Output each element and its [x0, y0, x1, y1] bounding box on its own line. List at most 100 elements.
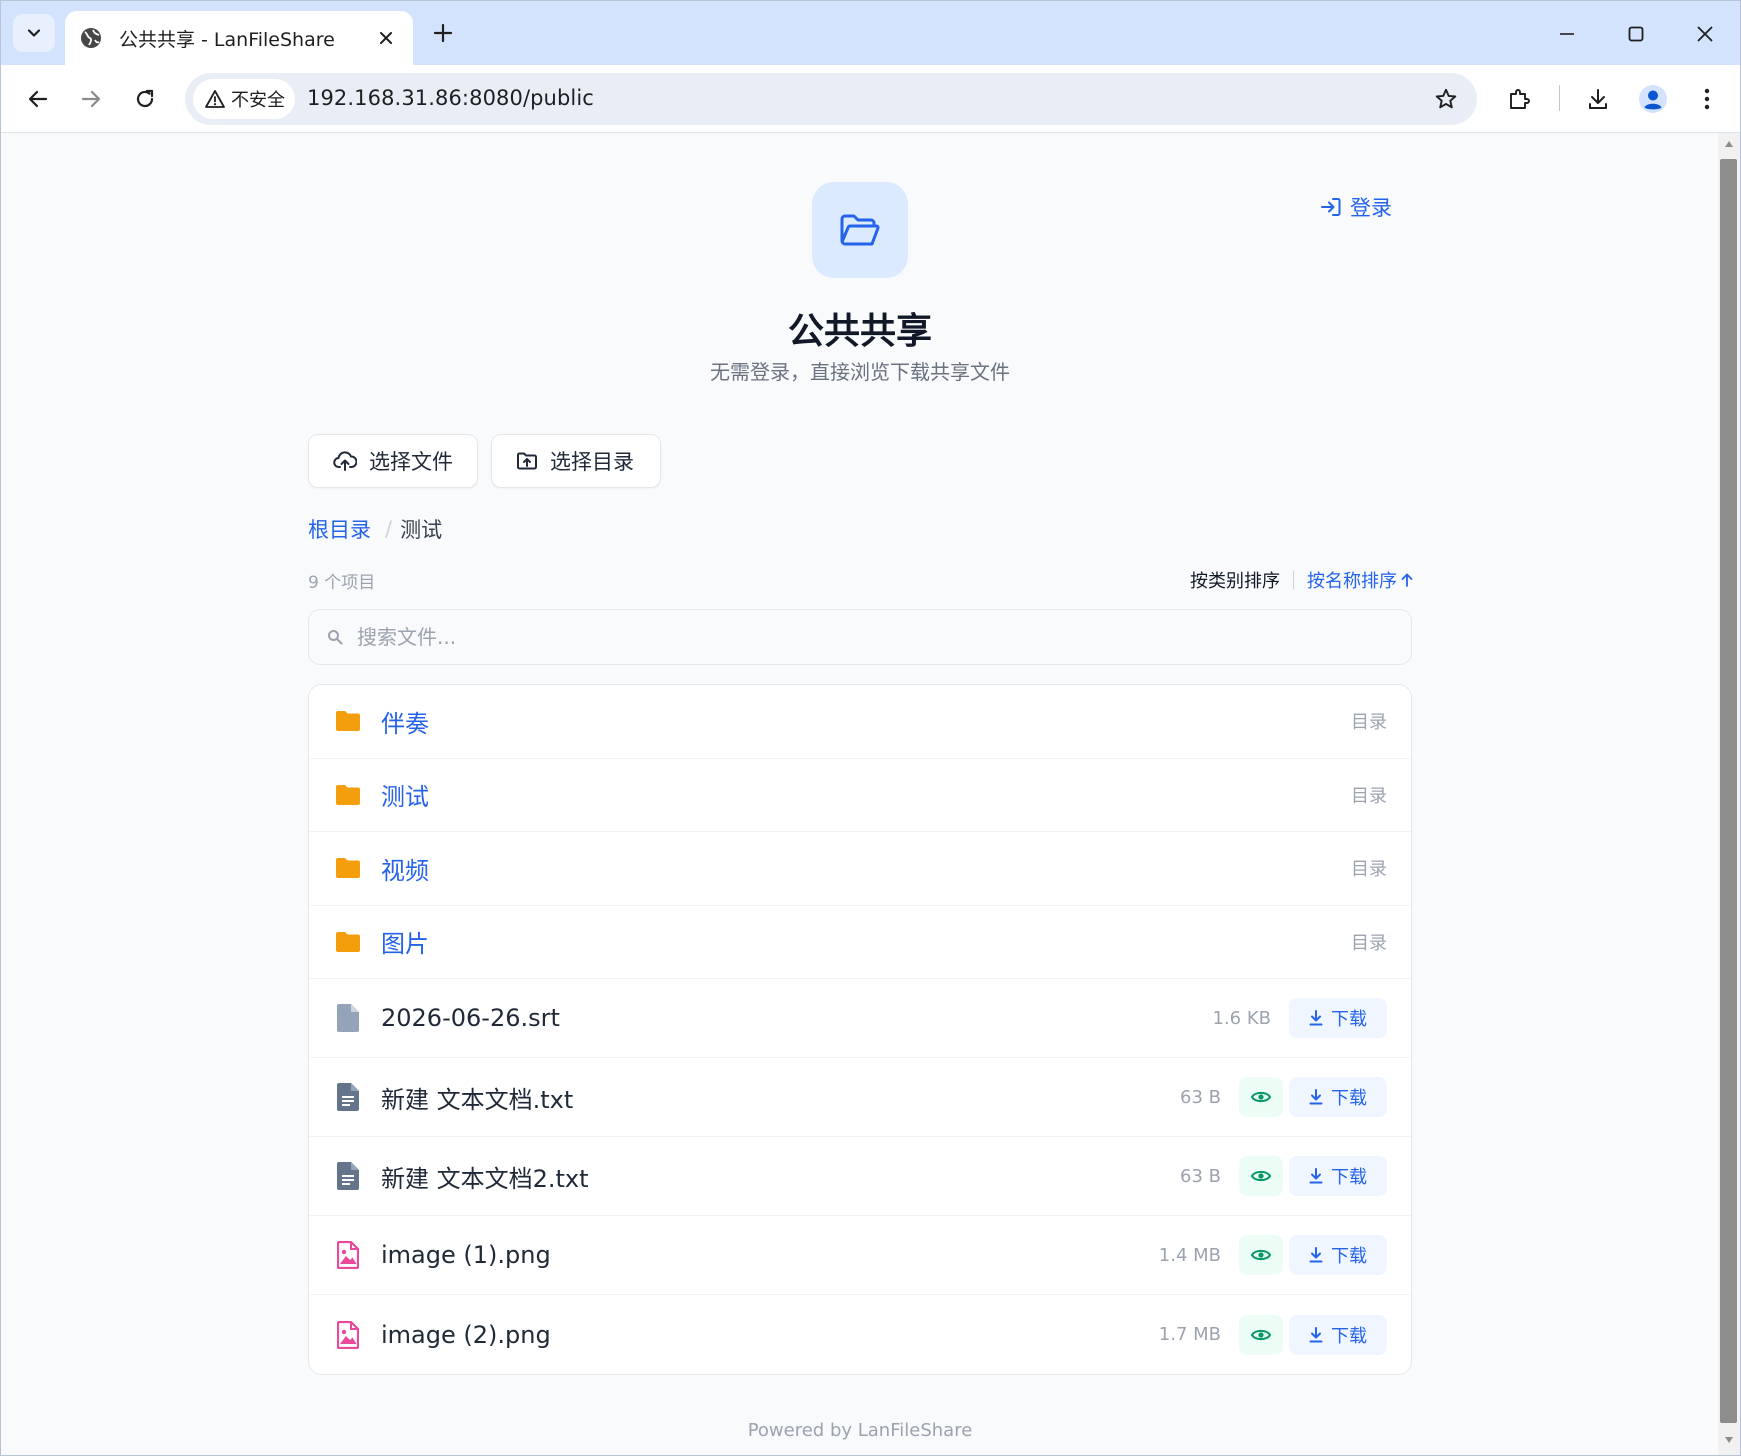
directory-row[interactable]: 视频 目录: [309, 832, 1411, 906]
page-content: 登录 公共共享 无需登录，直接浏览下载共享文件 选择文件 选择目录 根目录 / …: [2, 134, 1718, 1455]
file-size: 1.7 MB: [1158, 1324, 1221, 1345]
kebab-menu-icon: [1704, 88, 1710, 110]
folder-icon: [335, 707, 361, 735]
select-file-label: 选择文件: [369, 450, 453, 474]
download-icon: [1309, 1247, 1323, 1263]
eye-icon: [1251, 1249, 1271, 1261]
extensions-button[interactable]: [1499, 79, 1539, 119]
eye-icon: [1251, 1170, 1271, 1182]
file-row: image (2).png 1.7 MB 下载: [309, 1295, 1411, 1374]
sort-by-name-button[interactable]: 按名称排序: [1307, 567, 1413, 593]
maximize-button[interactable]: [1619, 17, 1653, 51]
profile-button[interactable]: [1633, 79, 1673, 119]
folder-open-icon: [812, 182, 908, 278]
new-tab-button[interactable]: [425, 15, 461, 51]
select-file-button[interactable]: 选择文件: [308, 434, 478, 488]
download-label: 下载: [1331, 1088, 1367, 1109]
reload-button[interactable]: [125, 79, 165, 119]
login-link[interactable]: 登录: [1320, 192, 1392, 222]
url-text[interactable]: 192.168.31.86:8080/public: [307, 86, 594, 110]
directory-type-label: 目录: [1351, 932, 1387, 954]
download-icon: [1309, 1326, 1323, 1342]
select-directory-button[interactable]: 选择目录: [491, 434, 661, 488]
file-row: 2026-06-26.srt 1.6 KB 下载: [309, 979, 1411, 1058]
menu-button[interactable]: [1687, 79, 1727, 119]
scrollbar-thumb[interactable]: [1720, 159, 1737, 1423]
file-size: 1.4 MB: [1158, 1244, 1221, 1266]
globe-icon: [79, 26, 103, 50]
download-button[interactable]: 下载: [1289, 1235, 1387, 1275]
file-row: image (1).png 1.4 MB 下载: [309, 1216, 1411, 1295]
warning-icon: [205, 90, 225, 108]
login-icon: [1321, 198, 1341, 216]
security-chip[interactable]: 不安全: [193, 79, 295, 119]
folder-upload-icon: [517, 452, 537, 470]
forward-button[interactable]: [71, 79, 111, 119]
file-row: 新建 文本文档2.txt 63 B 下载: [309, 1137, 1411, 1216]
preview-button[interactable]: [1239, 1077, 1283, 1117]
tab-active[interactable]: 公共共享 - LanFileShare: [65, 11, 413, 65]
download-button[interactable]: 下载: [1289, 1156, 1387, 1196]
avatar-icon: [1639, 85, 1667, 113]
image-file-icon: [335, 1320, 361, 1349]
preview-button[interactable]: [1239, 1314, 1283, 1355]
sort-by-name-label: 按名称排序: [1307, 571, 1397, 592]
page-subtitle: 无需登录，直接浏览下载共享文件: [710, 360, 1010, 384]
cloud-upload-icon: [333, 451, 357, 471]
file-name: 新建 文本文档2.txt: [381, 1164, 589, 1193]
browser-window: 公共共享 - LanFileShare 不安全 192.168.31.86:80…: [0, 0, 1741, 1456]
download-icon: [1309, 1168, 1323, 1184]
arrow-left-icon: [28, 90, 48, 108]
directory-row[interactable]: 测试 目录: [309, 759, 1411, 832]
directory-name[interactable]: 图片: [381, 924, 1351, 959]
file-row: 新建 文本文档.txt 63 B 下载: [309, 1058, 1411, 1137]
download-icon: [1309, 1089, 1323, 1105]
tab-title: 公共共享 - LanFileShare: [119, 28, 335, 51]
download-button[interactable]: 下载: [1289, 1314, 1387, 1355]
directory-row[interactable]: 伴奏 目录: [309, 685, 1411, 759]
download-label: 下载: [1331, 1009, 1367, 1030]
bookmark-button[interactable]: [1429, 82, 1463, 116]
back-button[interactable]: [18, 79, 58, 119]
text-file-icon: [335, 1083, 361, 1111]
footer: Powered by LanFileShare: [747, 1420, 973, 1441]
tab-strip: 公共共享 - LanFileShare: [1, 1, 1740, 65]
preview-button[interactable]: [1239, 1156, 1283, 1196]
browser-toolbar: 不安全 192.168.31.86:8080/public: [1, 65, 1740, 133]
plus-icon: [433, 23, 453, 43]
scroll-down-button[interactable]: [1718, 1429, 1740, 1451]
search-box[interactable]: [308, 609, 1412, 665]
select-directory-label: 选择目录: [550, 450, 634, 474]
tab-close-button[interactable]: [373, 25, 399, 51]
directory-row[interactable]: 图片 目录: [309, 906, 1411, 979]
star-icon: [1435, 88, 1457, 109]
sort-by-category-button[interactable]: 按类别排序: [1190, 567, 1280, 593]
file-name: image (2).png: [381, 1320, 551, 1349]
window-close-button[interactable]: [1688, 17, 1722, 51]
breadcrumb-root-link[interactable]: 根目录: [308, 514, 371, 544]
triangle-down-icon: [1725, 1437, 1733, 1443]
arrow-up-icon: [1401, 573, 1413, 587]
login-label[interactable]: 登录: [1350, 192, 1392, 222]
address-bar[interactable]: 不安全 192.168.31.86:8080/public: [185, 73, 1477, 125]
preview-button[interactable]: [1239, 1235, 1283, 1275]
toolbar-separator: [1559, 85, 1560, 111]
download-button[interactable]: 下载: [1289, 998, 1387, 1038]
download-label: 下载: [1331, 1325, 1367, 1347]
file-size: 1.6 KB: [1212, 1007, 1272, 1029]
directory-name[interactable]: 测试: [381, 777, 1351, 812]
file-name: 2026-06-26.srt: [381, 1004, 560, 1032]
eye-icon: [1251, 1091, 1271, 1103]
directory-type-label: 目录: [1351, 859, 1387, 881]
minimize-button[interactable]: [1550, 17, 1584, 51]
downloads-button[interactable]: [1578, 79, 1618, 119]
scroll-up-button[interactable]: [1718, 133, 1740, 155]
tab-search-button[interactable]: [13, 14, 55, 52]
search-input[interactable]: [357, 625, 1257, 649]
minimize-icon: [1560, 33, 1574, 35]
download-button[interactable]: 下载: [1289, 1077, 1387, 1117]
directory-name[interactable]: 伴奏: [381, 704, 1351, 739]
sort-controls: 按类别排序 按名称排序: [1190, 567, 1413, 593]
folder-icon: [335, 928, 361, 956]
directory-name[interactable]: 视频: [381, 851, 1351, 886]
